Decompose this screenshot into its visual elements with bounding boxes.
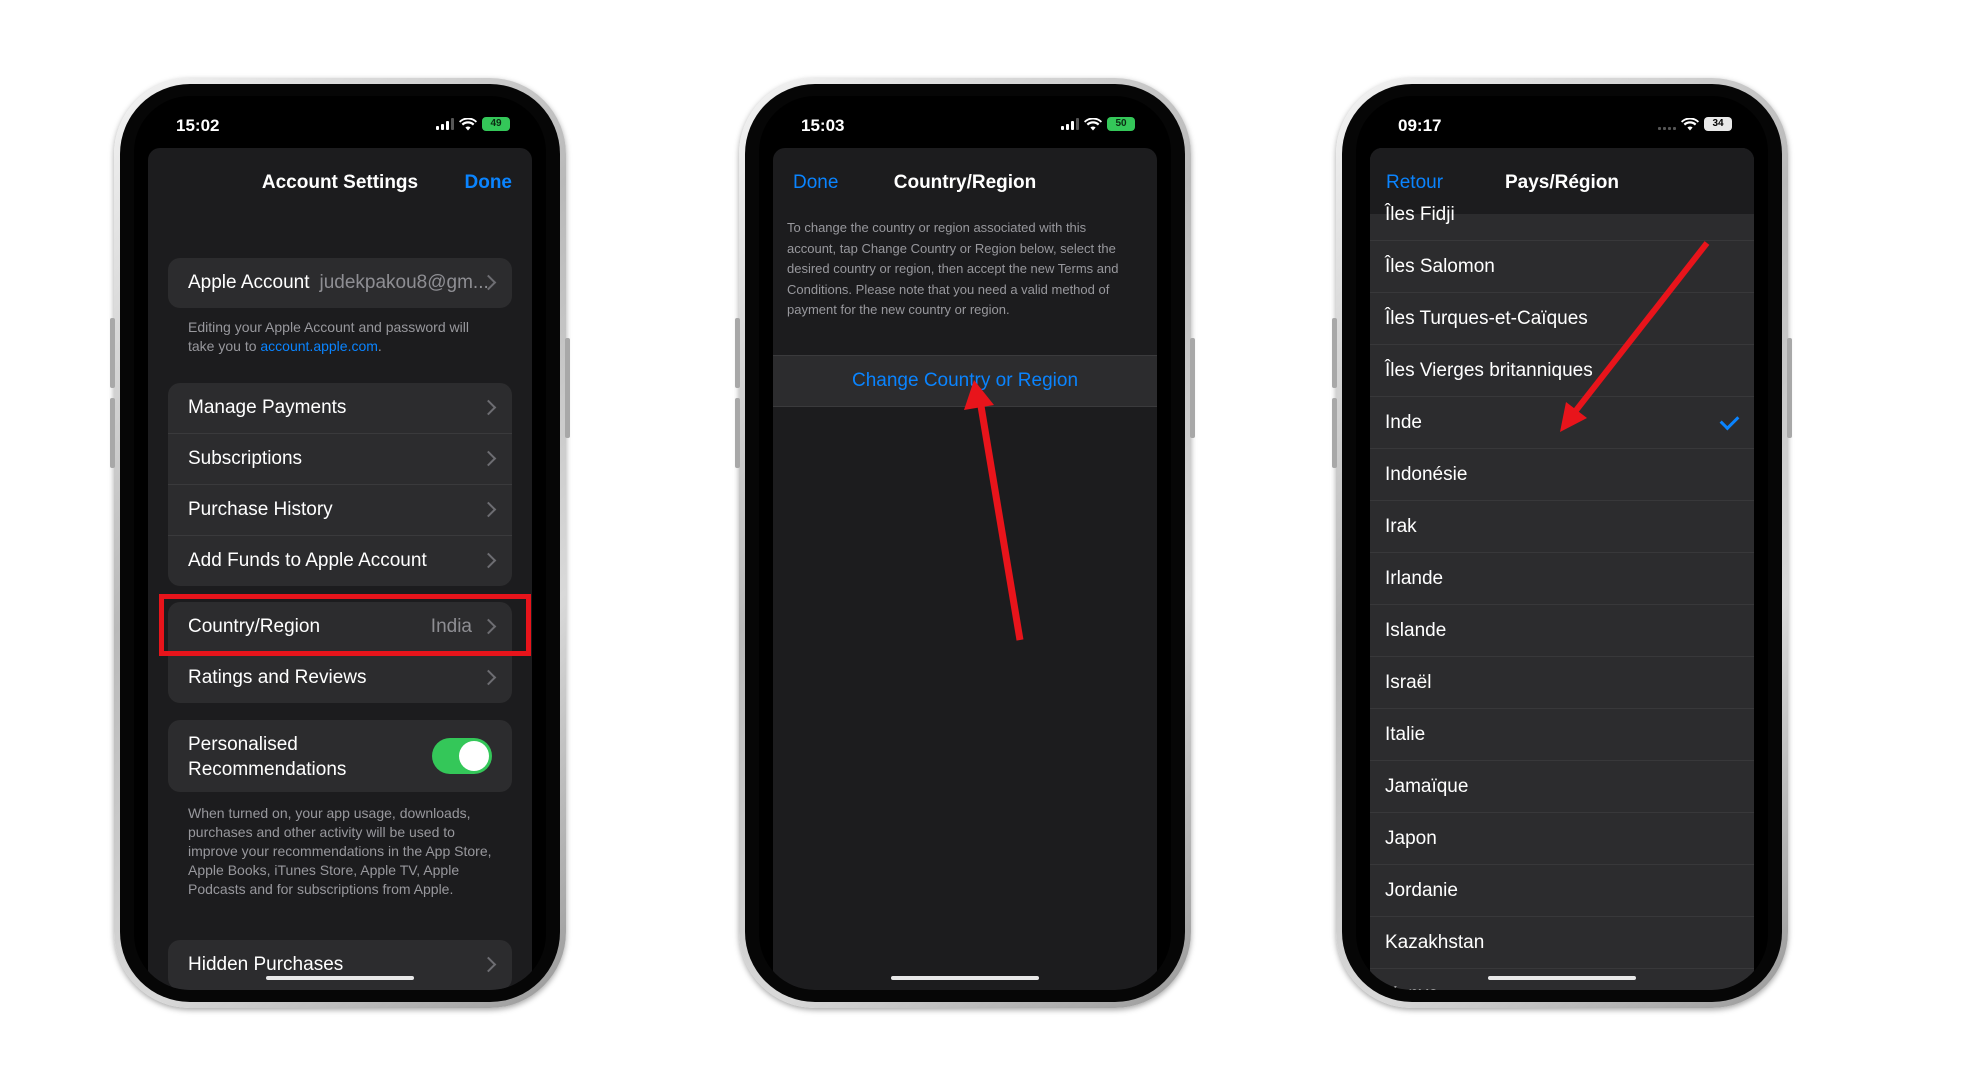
arrow-up-red-icon	[964, 380, 1024, 641]
annotation-arrows	[964, 241, 1710, 641]
arrow-down-left-red-icon	[1560, 241, 1710, 432]
